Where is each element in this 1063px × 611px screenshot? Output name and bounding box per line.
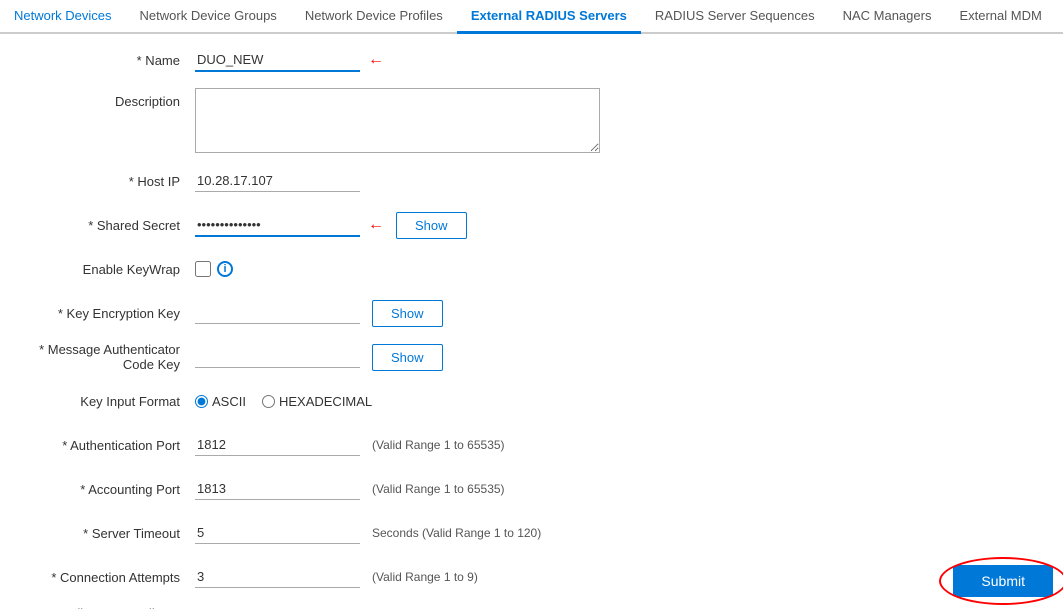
host-ip-label: * Host IP xyxy=(20,174,195,189)
accounting-port-input[interactable] xyxy=(195,478,360,500)
shared-secret-row: * Shared Secret ← Show xyxy=(20,209,1043,241)
radio-hex-option[interactable]: HEXADECIMAL xyxy=(262,394,372,409)
radio-ascii-label: ASCII xyxy=(212,394,246,409)
submit-button[interactable]: Submit xyxy=(953,565,1053,597)
connection-attempts-label: * Connection Attempts xyxy=(20,570,195,585)
description-textarea[interactable] xyxy=(195,88,600,153)
accounting-port-hint: (Valid Range 1 to 65535) xyxy=(372,482,505,496)
accounting-port-label: * Accounting Port xyxy=(20,482,195,497)
server-timeout-input[interactable] xyxy=(195,522,360,544)
tab-nac-managers[interactable]: NAC Managers xyxy=(829,0,946,34)
server-timeout-label: * Server Timeout xyxy=(20,526,195,541)
host-ip-input[interactable] xyxy=(195,170,360,192)
key-encryption-key-input[interactable] xyxy=(195,302,360,324)
name-arrow-annotation: ← xyxy=(368,51,384,69)
auth-port-label: * Authentication Port xyxy=(20,438,195,453)
connection-attempts-hint: (Valid Range 1 to 9) xyxy=(372,570,478,584)
message-auth-label: * Message Authenticator Code Key xyxy=(20,342,195,372)
key-encryption-key-label: * Key Encryption Key xyxy=(20,306,195,321)
submit-area: Submit xyxy=(953,565,1053,597)
message-auth-row: * Message Authenticator Code Key Show xyxy=(20,341,1043,373)
radio-hex-input[interactable] xyxy=(262,395,275,408)
tab-network-device-groups[interactable]: Network Device Groups xyxy=(126,0,291,34)
shared-secret-label: * Shared Secret xyxy=(20,218,195,233)
shared-secret-show-button[interactable]: Show xyxy=(396,212,467,239)
auth-port-hint: (Valid Range 1 to 65535) xyxy=(372,438,505,452)
auth-port-row: * Authentication Port (Valid Range 1 to … xyxy=(20,429,1043,461)
tab-external-radius-servers[interactable]: External RADIUS Servers xyxy=(457,0,641,34)
auth-port-input[interactable] xyxy=(195,434,360,456)
tab-network-devices[interactable]: Network Devices xyxy=(0,0,126,34)
name-label: * Name xyxy=(20,53,195,68)
tab-bar: Network Devices Network Device Groups Ne… xyxy=(0,0,1063,34)
radio-hex-label: HEXADECIMAL xyxy=(279,394,372,409)
message-auth-input[interactable] xyxy=(195,346,360,368)
proxy-failover-label: Radius ProxyFailover Expiration xyxy=(20,606,195,609)
key-encryption-key-row: * Key Encryption Key Show xyxy=(20,297,1043,329)
shared-secret-input[interactable] xyxy=(195,214,360,237)
key-encryption-show-button[interactable]: Show xyxy=(372,300,443,327)
host-ip-row: * Host IP xyxy=(20,165,1043,197)
server-timeout-row: * Server Timeout Seconds (Valid Range 1 … xyxy=(20,517,1043,549)
tab-radius-server-sequences[interactable]: RADIUS Server Sequences xyxy=(641,0,829,34)
connection-attempts-row: * Connection Attempts (Valid Range 1 to … xyxy=(20,561,1043,593)
enable-keywrap-checkbox[interactable] xyxy=(195,261,211,277)
connection-attempts-input[interactable] xyxy=(195,566,360,588)
keywrap-info-icon[interactable]: i xyxy=(217,261,233,277)
form-area: * Name ← Description * Host IP * Shared … xyxy=(0,34,1063,609)
name-input[interactable] xyxy=(195,49,360,72)
key-input-format-row: Key Input Format ASCII HEXADECIMAL xyxy=(20,385,1043,417)
key-input-format-label: Key Input Format xyxy=(20,394,195,409)
name-row: * Name ← xyxy=(20,44,1043,76)
message-auth-show-button[interactable]: Show xyxy=(372,344,443,371)
submit-wrapper: Submit xyxy=(953,565,1053,597)
description-label: Description xyxy=(20,88,195,109)
server-timeout-hint: Seconds (Valid Range 1 to 120) xyxy=(372,526,541,540)
radio-ascii-option[interactable]: ASCII xyxy=(195,394,246,409)
tab-external-mdm[interactable]: External MDM xyxy=(945,0,1055,34)
proxy-failover-row: Radius ProxyFailover Expiration i(valid … xyxy=(20,605,1043,609)
tab-more[interactable]: More xyxy=(1056,0,1063,34)
enable-keywrap-label: Enable KeyWrap xyxy=(20,262,195,277)
radio-ascii-input[interactable] xyxy=(195,395,208,408)
enable-keywrap-row: Enable KeyWrap i xyxy=(20,253,1043,285)
key-input-format-radio-group: ASCII HEXADECIMAL xyxy=(195,394,372,409)
tab-network-device-profiles[interactable]: Network Device Profiles xyxy=(291,0,457,34)
accounting-port-row: * Accounting Port (Valid Range 1 to 6553… xyxy=(20,473,1043,505)
description-row: Description xyxy=(20,88,1043,153)
shared-secret-arrow-annotation: ← xyxy=(368,216,384,234)
